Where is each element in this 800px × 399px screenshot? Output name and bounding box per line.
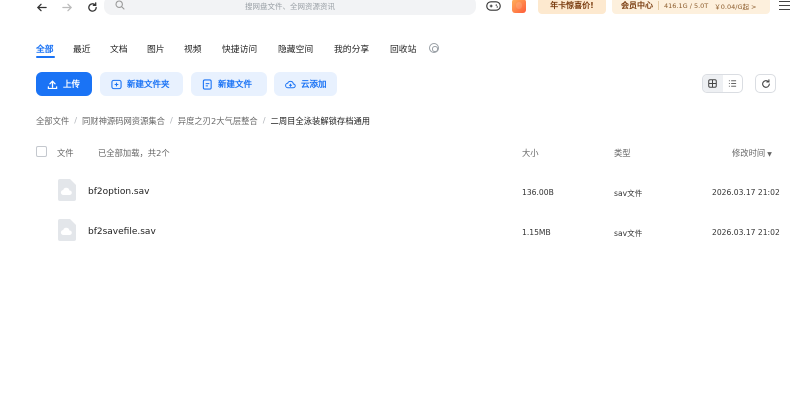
settings-icon[interactable]: [429, 43, 439, 53]
breadcrumb: 全部文件 / 同财神源码网资源集合 / 异度之刃2大气层整合 / 二周目全泳装解…: [36, 115, 370, 127]
breadcrumb-separator: /: [169, 115, 173, 125]
tab-recycle-bin[interactable]: 回收站: [390, 42, 416, 55]
new-folder-button[interactable]: 新建文件夹: [100, 72, 183, 96]
new-folder-label: 新建文件夹: [127, 80, 170, 90]
column-size[interactable]: 大小: [522, 147, 539, 159]
list-view-icon[interactable]: [723, 75, 743, 92]
breadcrumb-current: 二周目全泳装解锁存档通用: [270, 116, 371, 126]
cloud-add-button[interactable]: 云添加: [274, 72, 337, 96]
storage-quota: 416.1G / 5.0T: [664, 1, 709, 10]
promo-badge[interactable]: 年卡惊喜价!: [538, 0, 606, 14]
breadcrumb-item[interactable]: 全部文件: [36, 115, 69, 127]
tab-all[interactable]: 全部: [36, 42, 54, 55]
column-file: 文件: [57, 148, 74, 158]
promo-label: 年卡惊喜价!: [550, 1, 594, 10]
refresh-icon[interactable]: [85, 0, 99, 14]
back-arrow-icon[interactable]: [34, 0, 48, 14]
tab-hidden-space[interactable]: 隐藏空间: [278, 42, 313, 55]
cloud-add-label: 云添加: [301, 80, 327, 90]
load-status: 已全部加载，共2个: [98, 148, 170, 158]
forward-arrow-icon[interactable]: [60, 0, 74, 14]
table-row[interactable]: bf2savefile.sav 1.15MB sav文件 2026.03.17 …: [36, 218, 780, 250]
file-name[interactable]: bf2option.sav: [88, 187, 149, 197]
cloud-plus-icon: [285, 80, 296, 88]
active-tab-indicator: [36, 56, 55, 58]
breadcrumb-separator: /: [74, 115, 77, 125]
tab-recent[interactable]: 最近: [73, 42, 91, 55]
table-header: 文件 已全部加载，共2个 大小 类型 修改时间 ▼: [36, 146, 776, 160]
cloud-file-icon: [58, 179, 76, 201]
gamepad-icon[interactable]: [486, 0, 501, 12]
upload-label: 上传: [63, 80, 81, 90]
new-file-label: 新建文件: [218, 80, 253, 90]
breadcrumb-item[interactable]: 异度之刃2大气层整合: [178, 115, 258, 127]
file-type: sav文件: [614, 189, 643, 198]
file-name[interactable]: bf2savefile.sav: [88, 227, 156, 237]
app-icon[interactable]: [512, 0, 526, 13]
sort-down-icon: ▼: [767, 151, 772, 158]
breadcrumb-separator: /: [262, 115, 266, 125]
tab-quick-access[interactable]: 快捷访问: [222, 42, 257, 55]
file-type: sav文件: [614, 229, 643, 238]
file-size: 1.15MB: [522, 228, 551, 237]
search-input[interactable]: 搜网盘文件、全网资源资讯: [104, 0, 476, 15]
vip-label: 会员中心: [621, 1, 653, 10]
file-modified: 2026.03.17 21:02: [712, 228, 780, 237]
file-size: 136.00B: [522, 188, 554, 197]
search-placeholder: 搜网盘文件、全网资源资讯: [245, 2, 335, 11]
upload-icon: [47, 79, 58, 89]
upload-button[interactable]: 上传: [36, 72, 92, 96]
column-type[interactable]: 类型: [614, 147, 631, 159]
new-file-button[interactable]: 新建文件: [191, 72, 267, 96]
divider: [658, 1, 659, 10]
tab-images[interactable]: 图片: [147, 42, 165, 55]
tab-documents[interactable]: 文档: [110, 42, 128, 55]
file-modified: 2026.03.17 21:02: [712, 188, 780, 197]
grid-view-icon[interactable]: [703, 75, 723, 92]
column-modified-label: 修改时间: [732, 148, 766, 158]
table-row[interactable]: bf2option.sav 136.00B sav文件 2026.03.17 2…: [36, 178, 780, 210]
cloud-file-icon: [58, 219, 76, 241]
reload-icon[interactable]: [755, 74, 776, 93]
top-bar: 搜网盘文件、全网资源资讯 年卡惊喜价! 会员中心 416.1G / 5.0T ￥…: [0, 0, 800, 16]
price-text: ￥0.04/G起 >: [714, 2, 757, 11]
select-all-checkbox[interactable]: [36, 146, 47, 157]
breadcrumb-item[interactable]: 同财神源码网资源集合: [82, 115, 165, 127]
view-toggle: [702, 74, 743, 93]
file-plus-icon: [202, 78, 212, 90]
menu-icon[interactable]: [779, 1, 790, 10]
column-modified[interactable]: 修改时间 ▼: [732, 147, 772, 159]
tab-my-shares[interactable]: 我的分享: [334, 42, 369, 55]
tab-videos[interactable]: 视频: [184, 42, 202, 55]
folder-plus-icon: [111, 79, 122, 89]
vip-center[interactable]: 会员中心 416.1G / 5.0T ￥0.04/G起 >: [612, 0, 770, 14]
